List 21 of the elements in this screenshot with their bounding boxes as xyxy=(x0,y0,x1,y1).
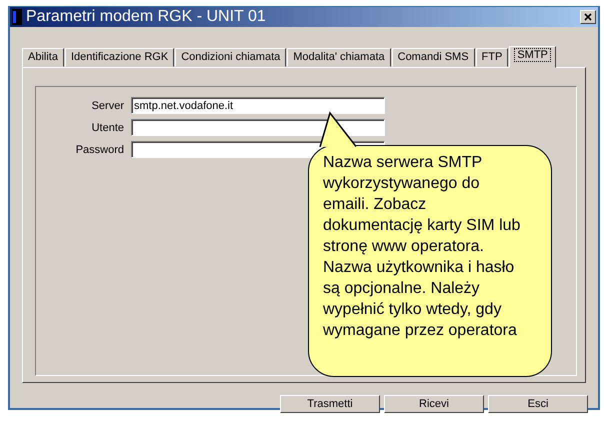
field-label: Server xyxy=(90,100,124,112)
app-icon xyxy=(12,9,22,25)
help-tooltip: Nazwa serwera SMTP wykorzystywanego do emaili. Zobacz dokumentację karty SIM lub stronę www operatora. Nazwa użytkownika i hasło są opcjonalne. Należy wypełnić tylko wtedy, gdy wymagane przez operatora xyxy=(308,145,552,377)
pointer-tooltip xyxy=(319,111,357,147)
field-label: Password xyxy=(74,144,124,156)
tab[interactable]: Modalita' chiamata xyxy=(287,48,391,67)
window-title: Parametri modem RGK - UNIT 01 xyxy=(26,8,267,26)
dialog-button[interactable]: Esci xyxy=(488,395,588,413)
input-field[interactable]: smtp.net.vodafone.it xyxy=(131,97,385,114)
dialog-button[interactable]: Ricevi xyxy=(384,395,484,413)
close-icon xyxy=(584,13,592,21)
input-field[interactable] xyxy=(131,119,385,136)
tab[interactable]: FTP xyxy=(476,48,508,67)
tab[interactable]: Identificazione RGK xyxy=(64,48,174,67)
field-label: Utente xyxy=(90,122,124,134)
tab[interactable]: SMTP xyxy=(509,46,556,68)
tab[interactable]: Condizioni chiamata xyxy=(175,48,286,67)
close-button[interactable] xyxy=(580,10,596,24)
dialog-button[interactable]: Trasmetti xyxy=(280,395,380,413)
tab[interactable]: Abilita xyxy=(22,48,64,67)
tab[interactable]: Comandi SMS xyxy=(392,48,475,67)
